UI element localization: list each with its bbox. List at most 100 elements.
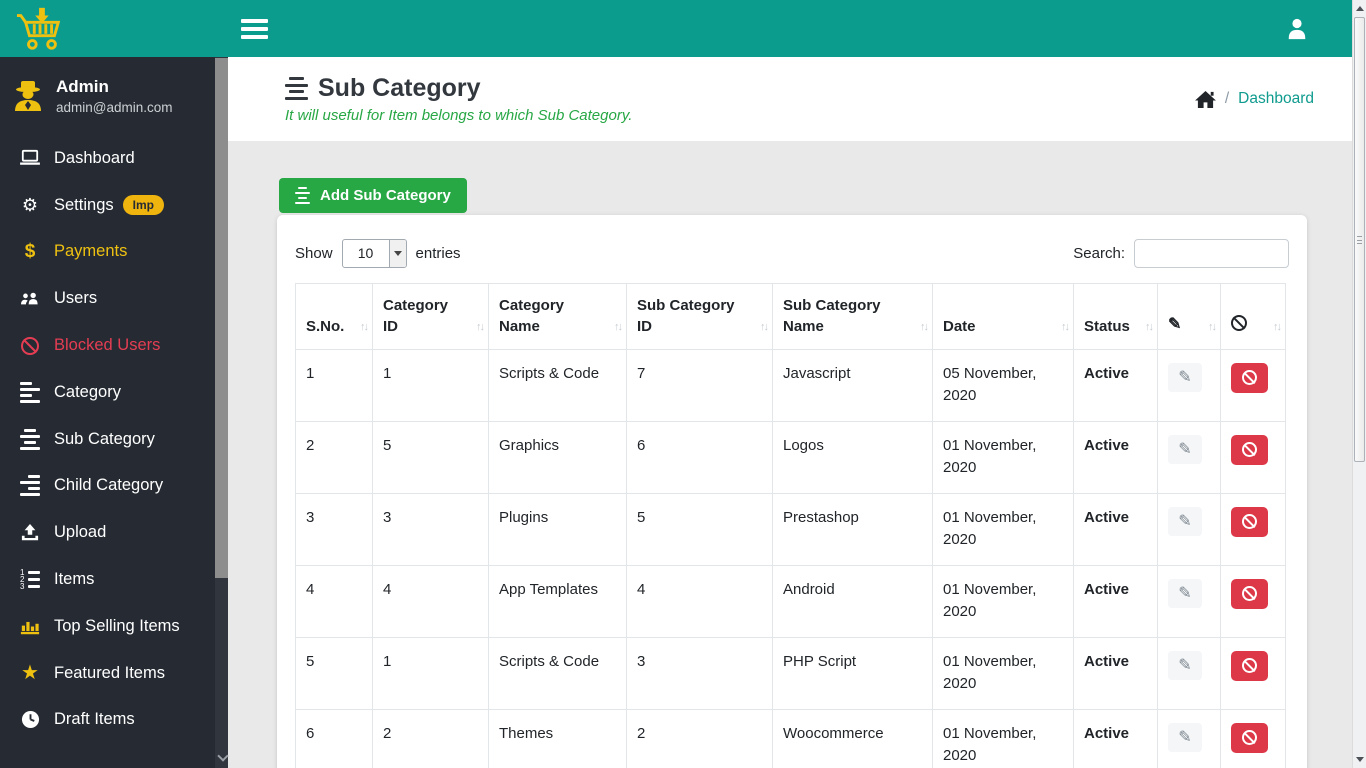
sidebar-item-upload[interactable]: Upload	[0, 509, 228, 556]
scroll-up-arrow[interactable]	[1356, 6, 1364, 11]
pencil-icon: ✎	[1178, 369, 1192, 387]
edit-button[interactable]: ✎	[1168, 722, 1202, 752]
edit-button[interactable]: ✎	[1168, 434, 1202, 464]
sidebar-item-category[interactable]: Category	[0, 369, 228, 416]
cell-sub-category-name: Javascript	[772, 348, 933, 422]
cell-sub-category-id: 7	[626, 348, 773, 422]
cell-date: 05 November, 2020	[932, 348, 1074, 422]
hamburger-icon[interactable]	[241, 18, 268, 39]
ban-icon	[1242, 730, 1257, 746]
chevron-down-icon[interactable]	[218, 752, 226, 760]
admin-email: admin@admin.com	[56, 100, 173, 115]
sidebar-item-label: Settings	[54, 195, 114, 214]
sidebar-item-sub-category[interactable]: Sub Category	[0, 416, 228, 463]
search-label: Search:	[1073, 244, 1125, 262]
cell-category-name: App Templates	[488, 564, 627, 638]
chevron-down-icon[interactable]	[388, 239, 406, 267]
cell-sno: 6	[295, 708, 373, 768]
sidebar-item-child-category[interactable]: Child Category	[0, 463, 228, 510]
col-sno[interactable]: S.No. ↑↓	[295, 282, 373, 350]
home-icon[interactable]	[1194, 90, 1216, 109]
sidebar-item-label: Payments	[54, 242, 128, 261]
cell-sub-category-name: Woocommerce	[772, 708, 933, 768]
table-row: 5 1 Scripts & Code 3 PHP Script 01 Novem…	[295, 636, 1286, 710]
edit-button[interactable]: ✎	[1168, 362, 1202, 392]
sort-icon: ↑↓	[1061, 321, 1070, 334]
sidebar-item-label: Category	[54, 382, 121, 401]
pencil-icon: ✎	[1178, 441, 1192, 459]
col-sub-category-id[interactable]: Sub Category ID ↑↓	[626, 282, 773, 350]
align-left-icon	[17, 381, 43, 403]
entries-label: entries	[415, 244, 461, 262]
admin-name: Admin	[56, 77, 109, 96]
ban-icon	[1242, 442, 1257, 458]
cell-category-id: 4	[372, 564, 489, 638]
app-logo[interactable]	[0, 0, 228, 57]
user-secret-icon	[15, 81, 41, 111]
content: Add Sub Category Show 10 entries Search:	[228, 141, 1352, 768]
page-header: Sub Category It will useful for Item bel…	[228, 57, 1352, 141]
user-icon[interactable]	[1286, 17, 1308, 41]
sidebar-item-items[interactable]: 1 2 3 Items	[0, 556, 228, 603]
col-edit[interactable]: ✎ ↑↓	[1157, 282, 1221, 350]
sidebar-item-label: Draft Items	[54, 710, 135, 729]
sort-icon: ↑↓	[1273, 321, 1282, 334]
block-button[interactable]	[1231, 506, 1268, 537]
breadcrumb-dashboard-link[interactable]: Dashboard	[1238, 90, 1314, 108]
ban-icon	[17, 336, 43, 355]
col-category-id[interactable]: Category ID ↑↓	[372, 282, 489, 350]
ban-icon	[1242, 658, 1257, 674]
sidebar-scrollbar-thumb[interactable]	[215, 58, 228, 578]
pencil-icon: ✎	[1168, 316, 1182, 334]
cell-category-name: Scripts & Code	[488, 636, 627, 710]
cell-category-name: Themes	[488, 708, 627, 768]
sidebar-item-label: Sub Category	[54, 429, 155, 448]
block-button[interactable]	[1231, 362, 1268, 393]
sidebar-item-settings[interactable]: ⚙ Settings Imp	[0, 182, 228, 229]
sidebar-item-dashboard[interactable]: Dashboard	[0, 135, 228, 182]
page-scrollbar[interactable]	[1352, 0, 1366, 768]
add-sub-category-button[interactable]: Add Sub Category	[279, 177, 467, 213]
table-row: 2 5 Graphics 6 Logos 01 November, 2020 A…	[295, 420, 1286, 494]
sidebar-item-top-selling[interactable]: Top Selling Items	[0, 603, 228, 650]
col-block[interactable]: ↑↓	[1220, 282, 1286, 350]
col-date[interactable]: Date ↑↓	[932, 282, 1074, 350]
sidebar-scrollbar[interactable]	[215, 57, 228, 768]
ban-icon	[1231, 314, 1247, 331]
page-length-select[interactable]: 10	[341, 238, 407, 268]
edit-button[interactable]: ✎	[1168, 650, 1202, 680]
block-button[interactable]	[1231, 650, 1268, 681]
breadcrumb: / Dashboard	[1194, 90, 1314, 109]
align-right-icon	[17, 475, 43, 497]
cell-sno: 2	[295, 420, 373, 494]
cell-category-id: 1	[372, 636, 489, 710]
col-category-name[interactable]: Category Name ↑↓	[488, 282, 627, 350]
page-scrollbar-thumb[interactable]	[1354, 17, 1365, 462]
pencil-icon: ✎	[1178, 585, 1192, 603]
search-input[interactable]	[1134, 238, 1289, 268]
block-button[interactable]	[1231, 722, 1268, 753]
sidebar-item-blocked-users[interactable]: Blocked Users	[0, 322, 228, 369]
cell-category-id: 3	[372, 492, 489, 566]
col-status[interactable]: Status ↑↓	[1073, 282, 1158, 350]
cell-sub-category-name: PHP Script	[772, 636, 933, 710]
sort-icon: ↑↓	[360, 321, 369, 334]
block-button[interactable]	[1231, 434, 1268, 465]
col-sub-category-name[interactable]: Sub Category Name ↑↓	[772, 282, 933, 350]
cell-sub-category-id: 3	[626, 636, 773, 710]
sidebar-item-draft[interactable]: Draft Items	[0, 697, 228, 744]
block-button[interactable]	[1231, 578, 1268, 609]
table-row: 1 1 Scripts & Code 7 Javascript 05 Novem…	[295, 348, 1286, 422]
edit-button[interactable]: ✎	[1168, 578, 1202, 608]
table-row: 4 4 App Templates 4 Android 01 November,…	[295, 564, 1286, 638]
sidebar-item-featured[interactable]: ★ Featured Items	[0, 650, 228, 697]
scroll-down-arrow[interactable]	[1356, 757, 1364, 762]
show-label: Show	[295, 244, 333, 262]
sidebar-nav: Dashboard ⚙ Settings Imp $ Payments User…	[0, 135, 228, 743]
cell-date: 01 November, 2020	[932, 564, 1074, 638]
dollar-icon: $	[24, 240, 36, 262]
sidebar-item-payments[interactable]: $ Payments	[0, 229, 228, 276]
edit-button[interactable]: ✎	[1168, 506, 1202, 536]
page-title: Sub Category	[318, 74, 481, 102]
sidebar-item-users[interactable]: Users	[0, 275, 228, 322]
